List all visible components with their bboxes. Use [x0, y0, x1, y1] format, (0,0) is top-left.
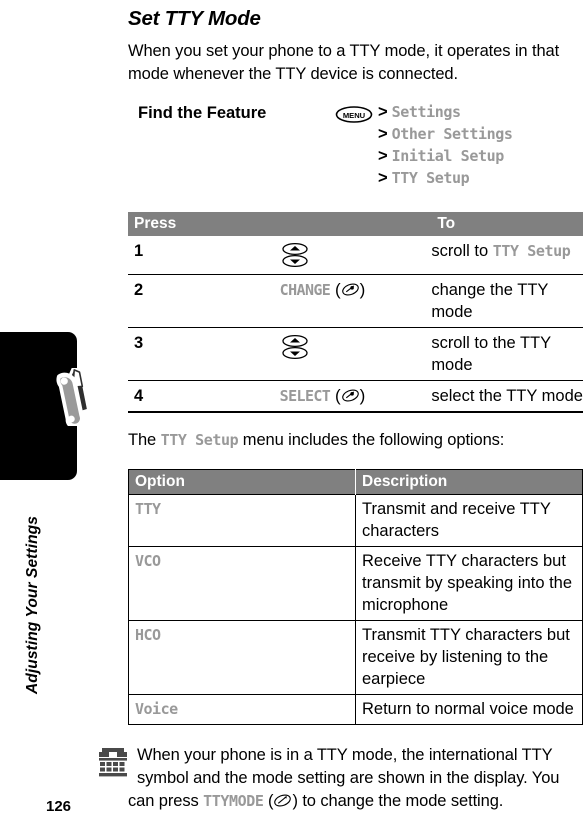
option-name: VCO: [128, 546, 356, 621]
menu-path-item: Initial Setup: [391, 147, 505, 165]
paren-close: ): [359, 280, 366, 299]
paren-close: ): [359, 386, 366, 405]
chapter-label: Adjusting Your Settings: [24, 516, 41, 694]
option-code: HCO: [135, 626, 161, 644]
step-key-cell: SELECT (): [279, 380, 432, 413]
table-row: VCO Receive TTY characters but transmit …: [128, 546, 583, 621]
path-separator: >: [378, 103, 388, 121]
menu-path-row: > Other Settings: [378, 125, 513, 147]
step-key-cell: [279, 327, 432, 381]
step-desc-code: TTY Setup: [492, 242, 571, 260]
options-table-header-row: Option Description: [128, 469, 583, 495]
table-row: 3 scroll to the TTY mode: [128, 327, 583, 381]
note-text-mid: (: [263, 792, 274, 810]
options-intro: The TTY Setup menu includes the followin…: [128, 429, 583, 452]
nav-updown-key-icon: [282, 334, 308, 360]
table-row: Voice Return to normal voice mode: [128, 694, 583, 725]
option-name: HCO: [128, 620, 356, 695]
option-description: Return to normal voice mode: [355, 694, 583, 725]
note-code: TTYMODE: [203, 792, 264, 810]
step-key-cell: [279, 236, 432, 275]
menu-path-item: Settings: [391, 103, 461, 121]
soft-key-label: SELECT: [279, 387, 331, 405]
menu-key-label: MENU: [343, 111, 366, 120]
path-separator: >: [378, 147, 388, 165]
table-row: 1 scroll to TTY Setup: [128, 236, 583, 275]
option-description: Receive TTY characters but transmit by s…: [355, 546, 583, 621]
paren-open: (: [330, 386, 341, 405]
options-header-option: Option: [128, 469, 356, 495]
find-the-feature-block: Find the Feature MENU > Settings > Other…: [128, 103, 583, 200]
steps-table: Press To 1 scroll to TTY Setup 2 CHANGE …: [128, 212, 583, 413]
note-block: When your phone is in a TTY mode, the in…: [99, 744, 583, 813]
soft-key-icon: [274, 794, 292, 807]
content-column: Set TTY Mode When you set your phone to …: [99, 0, 583, 813]
page-title: Set TTY Mode: [128, 7, 261, 30]
nav-updown-key-icon: [282, 242, 308, 268]
step-desc-text: scroll to the TTY mode: [431, 334, 551, 374]
option-description: Transmit TTY characters but receive by l…: [355, 620, 583, 695]
option-code: Voice: [135, 700, 178, 718]
step-number: 4: [128, 380, 280, 413]
tty-symbol-icon: [99, 748, 127, 777]
table-row: TTY Transmit and receive TTY characters: [128, 494, 583, 547]
options-intro-pre: The: [128, 431, 161, 449]
option-name: TTY: [128, 494, 356, 547]
options-intro-code: TTY Setup: [160, 431, 239, 449]
menu-path-row: > Settings: [378, 103, 512, 125]
menu-path-list: > Settings > Other Settings > Initial Se…: [378, 103, 513, 191]
path-separator: >: [378, 125, 388, 143]
table-row: 2 CHANGE () change the TTY mode: [128, 274, 583, 328]
steps-header-to: To: [431, 212, 583, 236]
step-number: 2: [128, 274, 280, 328]
options-header-description: Description: [355, 469, 583, 495]
options-intro-post: menu includes the following options:: [238, 431, 505, 449]
option-description: Transmit and receive TTY characters: [355, 494, 583, 547]
menu-key-icon: MENU: [335, 106, 373, 123]
soft-key-icon: [341, 389, 359, 402]
soft-key-icon: [341, 283, 359, 296]
note-text-post: ) to change the mode setting.: [292, 792, 504, 810]
step-description: scroll to TTY Setup: [431, 236, 583, 275]
steps-table-header-row: Press To: [128, 212, 583, 236]
step-key-cell: CHANGE (): [279, 274, 432, 328]
step-description: scroll to the TTY mode: [431, 327, 583, 381]
menu-path-row: > Initial Setup: [378, 147, 512, 169]
step-description: change the TTY mode: [431, 274, 583, 328]
paren-open: (: [330, 280, 341, 299]
step-desc-text: scroll to: [431, 242, 493, 260]
step-desc-text: select the TTY mode: [431, 387, 583, 405]
step-description: select the TTY mode: [431, 380, 583, 413]
menu-path-item: Other Settings: [391, 125, 513, 143]
options-table: Option Description TTY Transmit and rece…: [128, 469, 583, 725]
step-number: 3: [128, 327, 280, 381]
find-the-feature-label: Find the Feature: [138, 104, 267, 122]
table-row: HCO Transmit TTY characters but receive …: [128, 620, 583, 695]
note-text: When your phone is in a TTY mode, the in…: [128, 746, 559, 810]
option-name: Voice: [128, 694, 356, 725]
soft-key-label: CHANGE: [279, 281, 331, 299]
menu-path-row: > TTY Setup: [378, 169, 512, 191]
tools-icon: [56, 368, 92, 426]
option-code: TTY: [135, 500, 161, 518]
option-code: VCO: [135, 552, 161, 570]
step-number: 1: [128, 236, 280, 275]
intro-paragraph: When you set your phone to a TTY mode, i…: [128, 42, 560, 83]
path-separator: >: [378, 169, 388, 187]
page-number: 126: [46, 798, 72, 815]
table-row: 4 SELECT () select the TTY mode: [128, 380, 583, 413]
step-desc-text: change the TTY mode: [431, 281, 549, 321]
steps-header-press: Press: [128, 212, 432, 236]
menu-path-item: TTY Setup: [391, 169, 470, 187]
